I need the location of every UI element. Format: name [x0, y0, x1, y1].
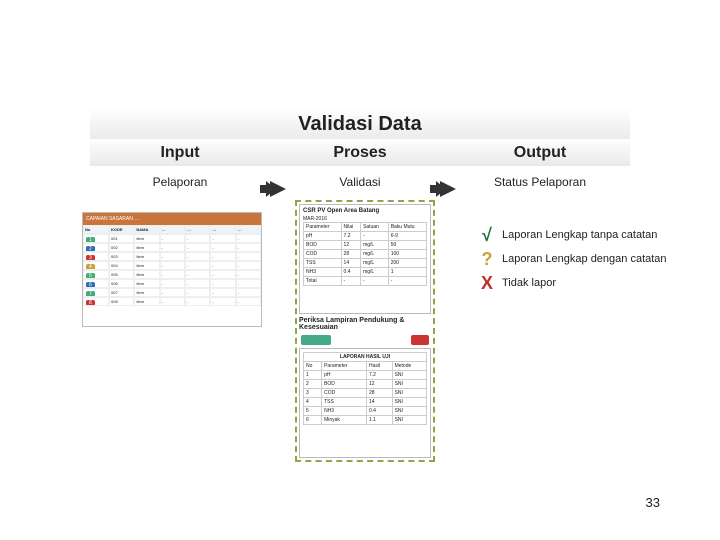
process-logo-row — [299, 334, 431, 346]
input-screenshot-ribbon: CAPAIAN SASARAN … — [83, 213, 261, 225]
process-dashed-box: CSR PV Open Area Batang MAR-2016 Paramet… — [295, 200, 435, 462]
cross-icon: X — [478, 274, 496, 292]
process-sheet-top: CSR PV Open Area Batang MAR-2016 Paramet… — [299, 204, 431, 314]
process-sheet-bottom: LAPORAN HASIL UJI NoParameterHasilMetode… — [299, 348, 431, 458]
col-process-header: Proses — [270, 140, 450, 166]
sub-input: Pelaporan — [90, 175, 270, 189]
legend-row-complete: √ Laporan Lengkap tanpa catatan — [478, 226, 667, 244]
legend-row-withnotes: ? Laporan Lengkap dengan catatan — [478, 250, 667, 268]
legend-q-label: Laporan Lengkap dengan catatan — [502, 253, 667, 265]
question-icon: ? — [478, 250, 496, 268]
check-icon: √ — [478, 226, 496, 244]
legend-row-noreport: X Tidak lapor — [478, 274, 667, 292]
arrow-process-to-output — [440, 181, 456, 197]
input-screenshot-grid: NoKODENAMA………… 1001Item---- 2002Item----… — [83, 225, 261, 306]
kan-logo-icon — [411, 335, 429, 345]
process-caption: Periksa Lampiran Pendukung & Kesesuaian — [299, 317, 431, 331]
column-header-bar: Input Proses Output — [90, 140, 630, 166]
status-legend: √ Laporan Lengkap tanpa catatan ? Lapora… — [478, 220, 667, 298]
slide: Validasi Data Input Proses Output Pelapo… — [0, 0, 720, 540]
process-sheet-top-title: CSR PV Open Area Batang — [303, 208, 427, 214]
legend-ok-label: Laporan Lengkap tanpa catatan — [502, 229, 657, 241]
arrow-input-to-process — [270, 181, 286, 197]
col-output-header: Output — [450, 140, 630, 166]
sub-process: Validasi — [270, 175, 450, 189]
legend-bad-label: Tidak lapor — [502, 277, 556, 289]
column-sublabels: Pelaporan Validasi Status Pelaporan — [90, 175, 630, 189]
sub-output: Status Pelaporan — [450, 175, 630, 189]
syslab-logo-icon — [301, 335, 331, 345]
slide-title: Validasi Data — [90, 110, 630, 139]
page-number: 33 — [646, 495, 660, 510]
process-sheet-top-table: ParameterNilaiSatuanBaku Mutu pH7.2-6-9 … — [303, 222, 427, 286]
col-input-header: Input — [90, 140, 270, 166]
process-sheet-bottom-table: LAPORAN HASIL UJI NoParameterHasilMetode… — [303, 352, 427, 425]
input-screenshot: CAPAIAN SASARAN … NoKODENAMA………… 1001Ite… — [82, 212, 262, 327]
